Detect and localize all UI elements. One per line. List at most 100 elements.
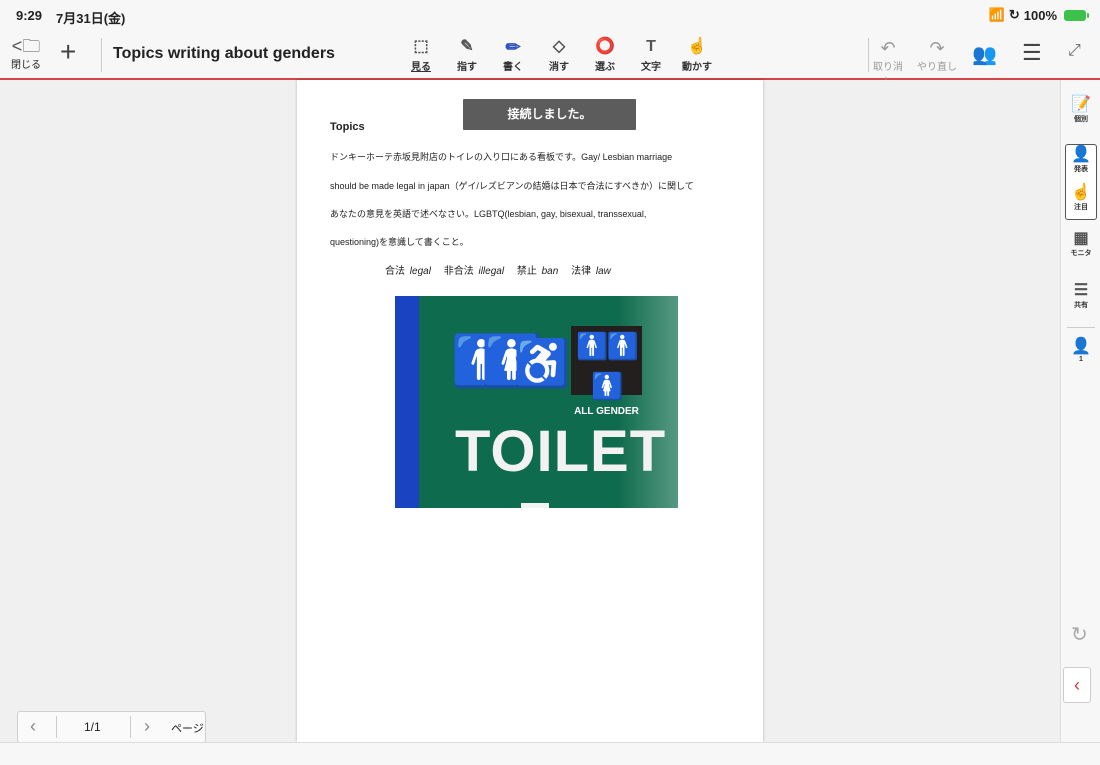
document-page[interactable]: 接続しました。 Topics ドンキーホーテ赤坂見附店のトイレの入り口にある看板… xyxy=(297,80,763,742)
tool-text[interactable]: T 文字 xyxy=(628,36,674,73)
tool-erase[interactable]: ◇ 消す xyxy=(536,36,582,73)
tool-view[interactable]: ⬚ 見る xyxy=(398,36,444,73)
all-gender-text: ALL GENDER xyxy=(574,406,639,417)
present-button[interactable]: 👤 発表 xyxy=(1064,146,1098,174)
next-page-icon[interactable]: › xyxy=(144,716,150,737)
folder-back-icon: <🗀 xyxy=(11,36,41,56)
tool-label: 見る xyxy=(411,62,431,73)
close-label: 閉じる xyxy=(11,60,41,71)
redo-button[interactable]: ↷ やり直し xyxy=(915,38,959,73)
hand-icon: ☝ xyxy=(1071,184,1091,201)
share-button[interactable]: ☰ 共有 xyxy=(1064,282,1098,310)
grid-icon: ▦ xyxy=(1073,230,1089,247)
select-icon: ⭕ xyxy=(595,38,615,55)
vocab-jp: 合法 xyxy=(385,266,405,277)
focus-button[interactable]: ☝ 注目 xyxy=(1064,184,1098,212)
tool-select[interactable]: ⭕ 選ぶ xyxy=(582,36,628,73)
workspace: 接続しました。 Topics ドンキーホーテ赤坂見附店のトイレの入り口にある看板… xyxy=(0,80,1060,742)
tool-write[interactable]: ✏ 書く xyxy=(490,36,536,73)
individual-label: 個別 xyxy=(1074,116,1088,123)
bottom-bar xyxy=(0,742,1100,765)
doc-heading: Topics xyxy=(330,121,365,133)
monitor-label: モニタ xyxy=(1070,250,1092,257)
doc-line: should be made legal in japan（ゲイ/レズビアンの結… xyxy=(330,181,694,191)
pager-divider xyxy=(130,716,131,738)
monitor-button[interactable]: ▦ モニタ xyxy=(1064,230,1098,258)
pen-icon: ✏ xyxy=(505,37,521,57)
expand-icon[interactable]: ⤢ xyxy=(1068,42,1081,60)
chevron-left-icon: ‹ xyxy=(1074,675,1080,695)
doc-line: ドンキーホーテ赤坂見附店のトイレの入り口にある看板です。Gay/ Lesbian… xyxy=(330,152,673,162)
menu-icon[interactable]: ☰ xyxy=(1022,40,1042,66)
view-icon: ⬚ xyxy=(413,38,429,55)
tool-label: 選ぶ xyxy=(595,62,615,73)
top-toolbar: <🗀 閉じる + Topics writing about genders ⬚ … xyxy=(0,30,1100,88)
vocab-line: 合法 legal 非合法 illegal 禁止 ban 法律 law xyxy=(385,262,621,277)
status-date: 7月31日(金) xyxy=(56,11,126,26)
user-count-button[interactable]: 👤 1 xyxy=(1064,338,1098,363)
text-icon: T xyxy=(646,38,656,55)
people-icon: 🚹🚹🚺 xyxy=(576,331,639,401)
eraser-icon: ◇ xyxy=(552,38,566,55)
arrow-mark xyxy=(521,503,549,508)
battery-icon xyxy=(1064,9,1089,21)
right-sidebar: 📝 個別 👤 発表 ☝ 注目 ▦ モニタ ☰ 共有 👤 1 ↻ ‹ xyxy=(1060,80,1100,742)
tool-point[interactable]: ✎ 指す xyxy=(444,36,490,73)
add-page-button[interactable]: + xyxy=(60,38,76,66)
connection-toast: 接続しました。 xyxy=(463,99,636,130)
close-button[interactable]: <🗀 閉じる xyxy=(8,36,44,71)
focus-label: 注目 xyxy=(1074,204,1088,211)
tool-label: 動かす xyxy=(682,62,712,73)
toilet-text: TOILET xyxy=(455,419,667,484)
sidebar-divider xyxy=(1067,327,1095,328)
person-icon: 👤 xyxy=(1071,338,1091,355)
tool-label: 書く xyxy=(503,62,523,73)
redo-icon: ↷ xyxy=(929,38,945,58)
tool-label: 指す xyxy=(457,62,477,73)
sync-icon[interactable]: ↻ xyxy=(1071,622,1088,647)
tool-group: ⬚ 見る ✎ 指す ✏ 書く ◇ 消す ⭕ 選ぶ T 文字 ☝ 動かす xyxy=(398,36,720,73)
page-navigator: ‹ 1/1 › ページ xyxy=(17,711,206,743)
photo-blue-edge xyxy=(395,296,419,508)
rotation-lock-icon: ↻ xyxy=(1008,7,1020,22)
wheelchair-icon: ♿ xyxy=(513,337,571,389)
document-title: Topics writing about genders xyxy=(113,45,335,62)
tool-label: 文字 xyxy=(641,62,661,73)
toolbar-divider xyxy=(868,38,869,72)
toolbar-divider xyxy=(101,38,102,72)
individual-button[interactable]: 📝 個別 xyxy=(1064,96,1098,124)
share-label: 共有 xyxy=(1074,302,1088,309)
pager-divider xyxy=(56,716,57,738)
battery-percent: 100% xyxy=(1023,7,1057,23)
toilet-sign-photo: 🚹 🚺 ♿ 🚹🚹🚺 ALL GENDER TOILET xyxy=(395,296,678,508)
layers-icon: ☰ xyxy=(1073,282,1089,299)
status-time: 9:29 xyxy=(16,8,43,23)
status-bar: 9:29 7月31日(金) 📶 ↻ 100% xyxy=(0,0,1100,30)
doc-line: questioning)を意識して書くこと。 xyxy=(330,237,469,247)
undo-icon: ↶ xyxy=(880,38,896,58)
prev-page-icon[interactable]: ‹ xyxy=(30,716,36,737)
presenter-icon: 👤 xyxy=(1071,146,1091,163)
users-icon[interactable]: 👥 xyxy=(972,42,997,67)
status-right: 📶 ↻ 100% xyxy=(988,7,1089,23)
vocab-jp: 禁止 xyxy=(516,266,537,277)
vocab-en: ban xyxy=(541,266,559,277)
vocab-jp: 法律 xyxy=(571,266,592,277)
vocab-en: law xyxy=(595,266,611,277)
vocab-en: legal xyxy=(409,266,431,277)
redo-label: やり直し xyxy=(917,62,957,73)
wifi-icon: 📶 xyxy=(988,7,1005,22)
pointer-icon: ✎ xyxy=(460,38,474,55)
move-icon: ☝ xyxy=(687,38,707,55)
edit-note-icon: 📝 xyxy=(1071,96,1091,113)
vocab-jp: 非合法 xyxy=(443,266,474,277)
collapse-panel-button[interactable]: ‹ xyxy=(1063,667,1091,703)
vocab-en: illegal xyxy=(478,266,505,277)
tool-move[interactable]: ☝ 動かす xyxy=(674,36,720,73)
doc-line: あなたの意見を英語で述べなさい。LGBTQ(lesbian, gay, bise… xyxy=(330,209,647,219)
tool-label: 消す xyxy=(549,62,569,73)
all-gender-badge: 🚹🚹🚺 ALL GENDER xyxy=(571,326,642,417)
present-label: 発表 xyxy=(1074,166,1088,173)
user-count: 1 xyxy=(1079,356,1083,363)
page-number: 1/1 xyxy=(84,720,101,734)
